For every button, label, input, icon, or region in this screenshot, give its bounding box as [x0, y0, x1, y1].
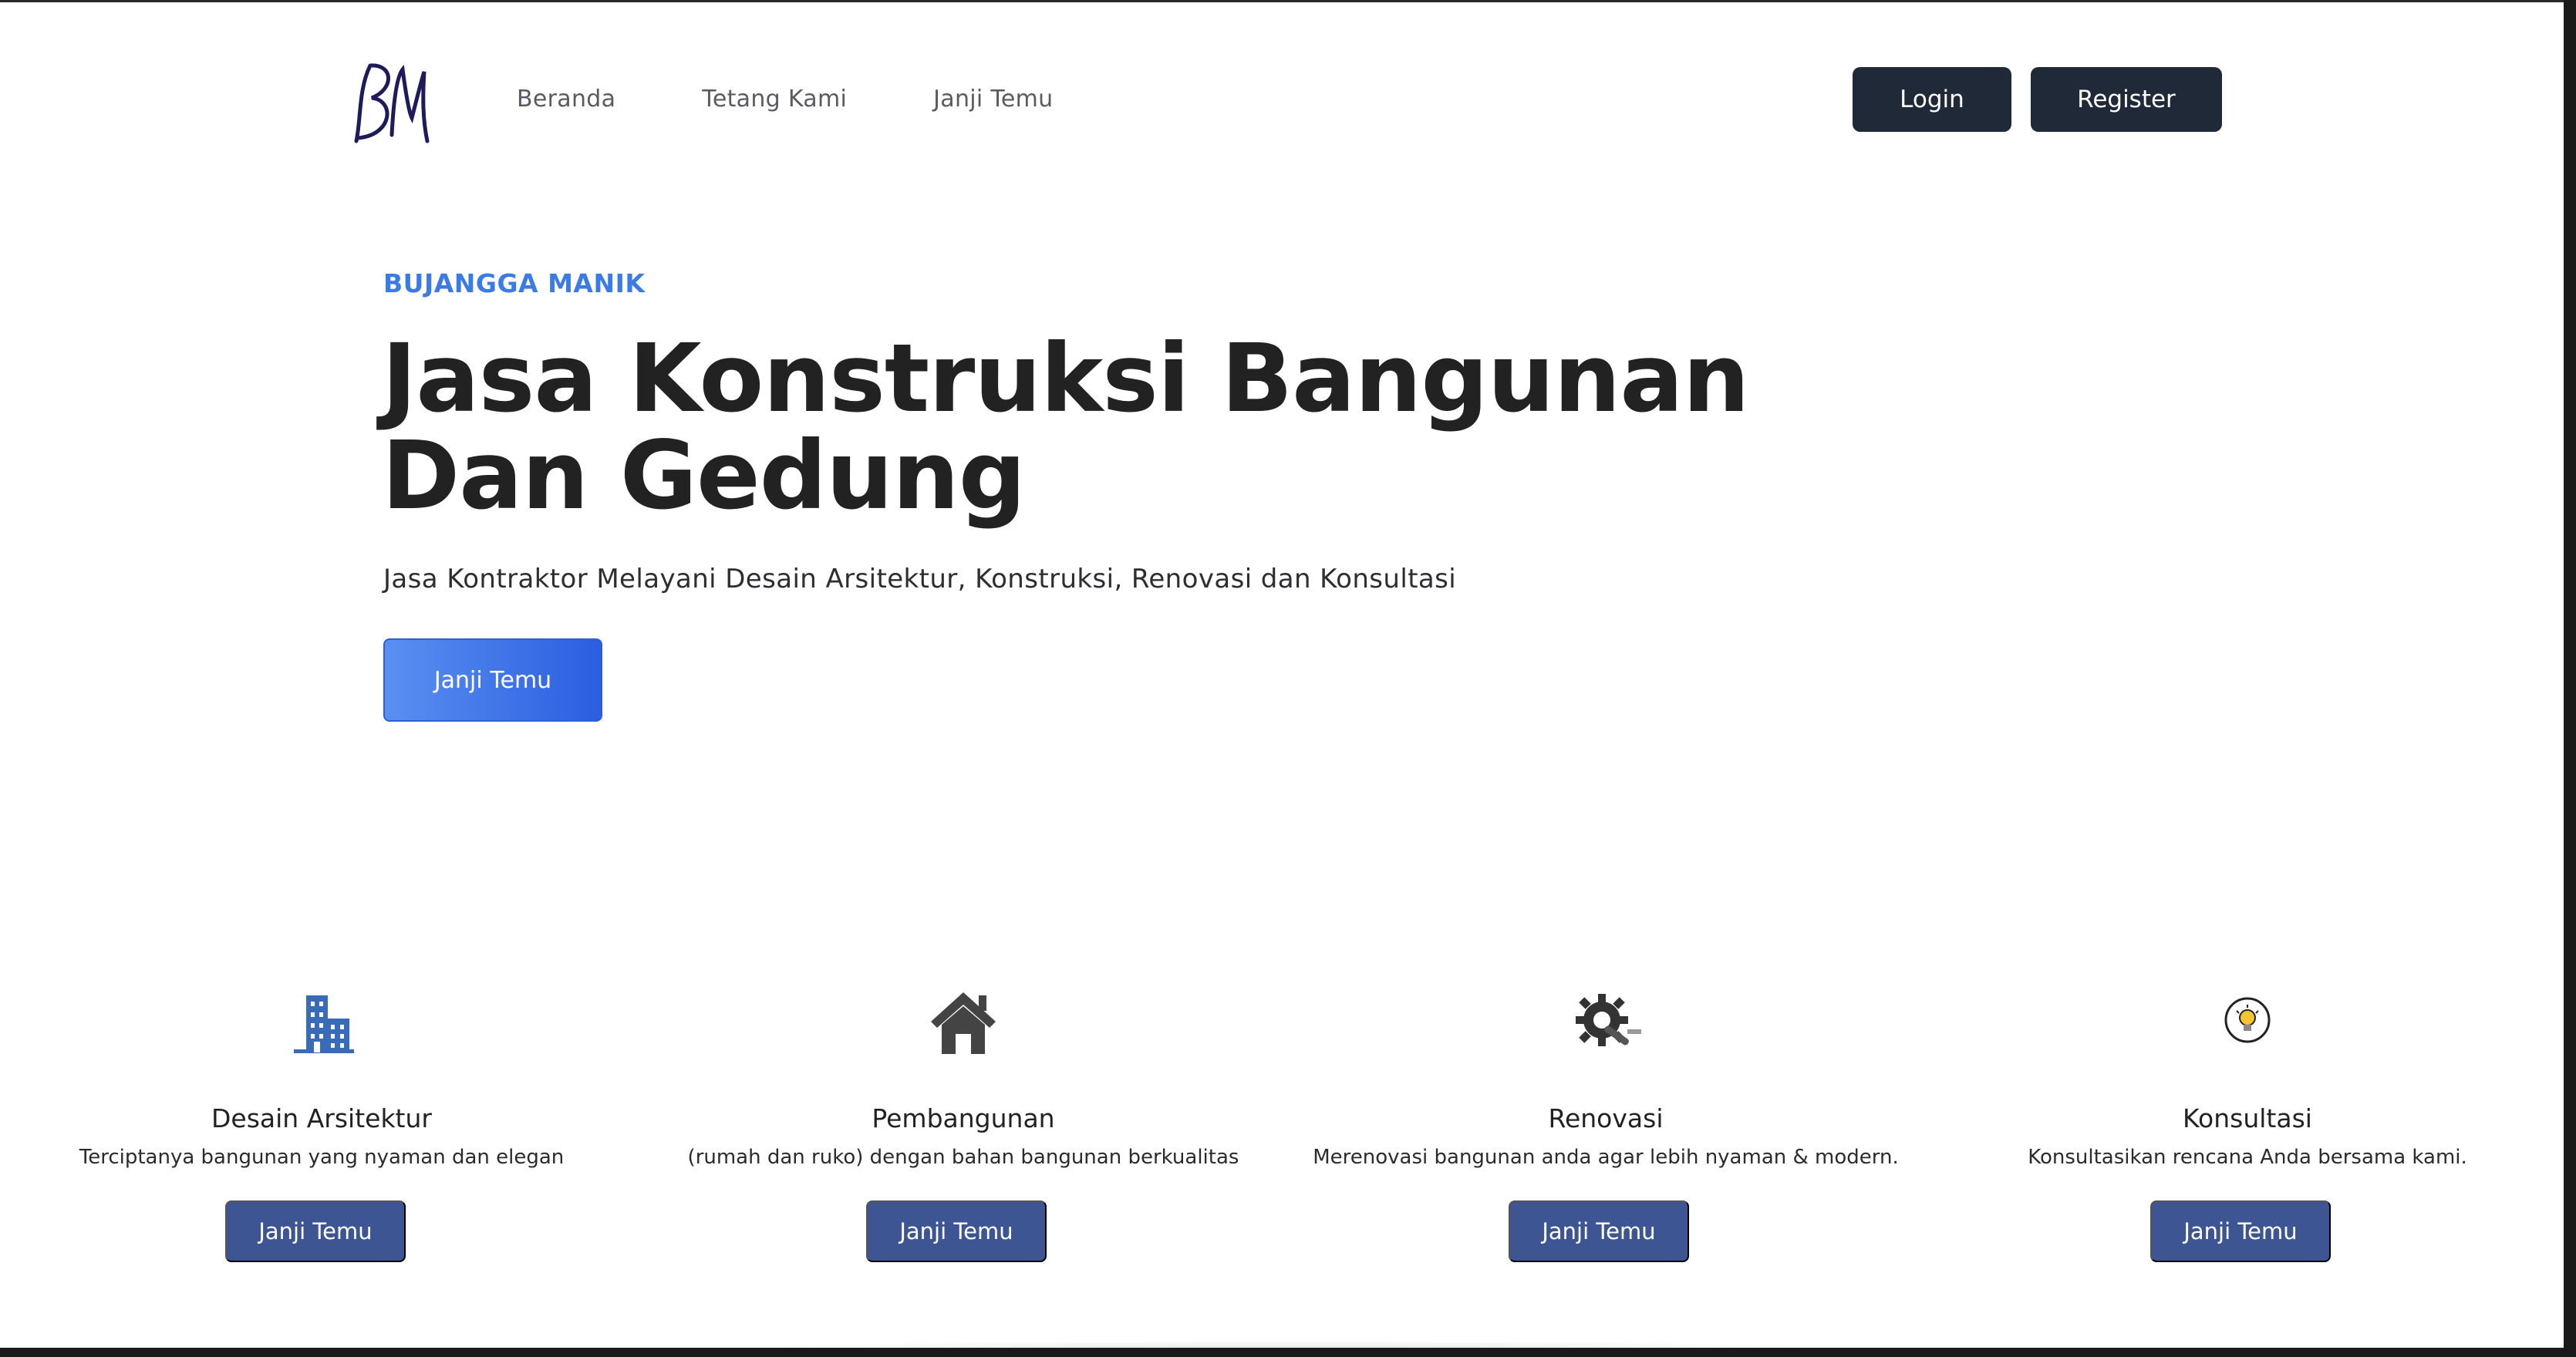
- gear-wrench-icon: [1567, 982, 1644, 1059]
- service-title: Desain Arsitektur: [211, 1103, 432, 1133]
- nav-link-beranda[interactable]: Beranda: [517, 86, 615, 113]
- service-description: Merenovasi bangunan anda agar lebih nyam…: [1313, 1146, 1899, 1169]
- lightbulb-tips-icon: [2209, 982, 2286, 1059]
- service-title: Pembangunan: [872, 1103, 1055, 1133]
- login-button[interactable]: Login: [1853, 67, 2011, 132]
- service-janji-temu-button[interactable]: Janji Temu: [1509, 1200, 1689, 1262]
- hero-headline: Jasa Konstruksi Bangunan Dan Gedung: [382, 324, 1750, 530]
- hero-janji-temu-button[interactable]: Janji Temu: [383, 638, 602, 722]
- browser-viewport: Beranda Tetang Kami Janji Temu Login Reg…: [0, 0, 2564, 1348]
- service-title: Renovasi: [1548, 1103, 1664, 1133]
- service-description: (rumah dan ruko) dengan bahan bangunan b…: [687, 1146, 1239, 1169]
- service-janji-temu-button[interactable]: Janji Temu: [2150, 1200, 2331, 1262]
- register-button[interactable]: Register: [2031, 67, 2222, 132]
- window-edge-right: [2564, 0, 2576, 1357]
- window-edge-bottom: [0, 1348, 2576, 1357]
- service-janji-temu-button[interactable]: Janji Temu: [225, 1200, 406, 1262]
- service-description: Terciptanya bangunan yang nyaman dan ele…: [79, 1146, 565, 1169]
- auth-buttons: Login Register: [1853, 67, 2222, 132]
- hero-subheading: Jasa Kontraktor Melayani Desain Arsitekt…: [383, 564, 1457, 594]
- brand-logo[interactable]: [347, 58, 432, 150]
- nav-link-tentang-kami[interactable]: Tetang Kami: [702, 86, 847, 113]
- hero-kicker: BUJANGGA MANIK: [383, 268, 646, 298]
- nav-link-janji-temu[interactable]: Janji Temu: [933, 86, 1053, 113]
- footer-shadow: [648, 1340, 1928, 1348]
- building-icon: [283, 982, 360, 1059]
- service-title: Konsultasi: [2183, 1103, 2312, 1133]
- navbar: Beranda Tetang Kami Janji Temu Login Reg…: [0, 2, 2564, 199]
- logo-monogram-icon: [354, 63, 430, 143]
- main-nav: Beranda Tetang Kami Janji Temu: [517, 86, 1053, 113]
- service-description: Konsultasikan rencana Anda bersama kami.: [2028, 1146, 2467, 1169]
- service-janji-temu-button[interactable]: Janji Temu: [866, 1200, 1047, 1262]
- house-icon: [925, 982, 1002, 1059]
